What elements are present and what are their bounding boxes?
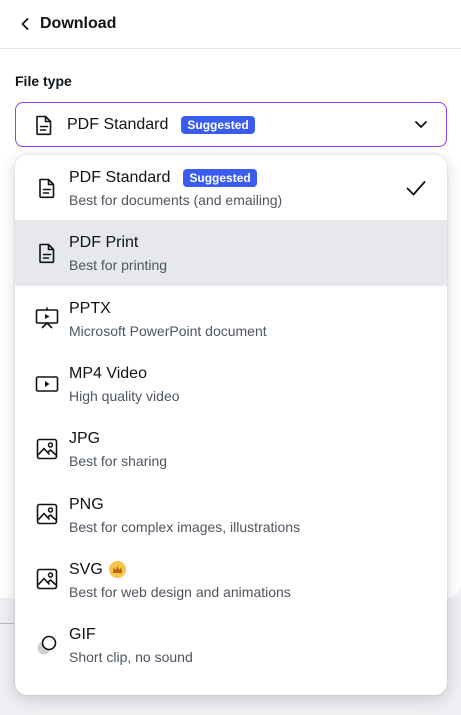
option-name: MP4 Video [69,365,147,383]
document-icon [35,176,59,200]
option-svg[interactable]: SVG Best for web design and animations [15,547,447,612]
chevron-down-icon [412,115,430,133]
page-title: Download [40,15,117,32]
document-icon [35,241,59,265]
option-description: High quality video [69,388,180,405]
option-name: PDF Standard [69,169,171,187]
option-png[interactable]: PNG Best for complex images, illustratio… [15,481,447,546]
back-button[interactable] [16,15,34,33]
option-description: Best for documents (and emailing) [69,192,283,209]
checkmark-icon [405,177,427,199]
option-name: PDF Print [69,234,139,252]
option-name: JPG [69,430,101,448]
option-name: SVG [69,560,103,578]
presentation-icon [35,306,59,330]
option-description: Best for complex images, illustrations [69,518,301,535]
gif-icon [35,633,59,657]
image-icon [35,502,59,526]
option-description: Best for sharing [69,453,168,470]
option-name: GIF [69,626,96,644]
option-description: Best for web design and animations [69,583,291,600]
crown-icon [108,561,126,579]
option-pptx[interactable]: PPTX Microsoft PowerPoint document [15,286,447,351]
option-pdf-print[interactable]: PDF Print Best for printing [15,220,447,286]
option-description: Best for printing [69,257,168,274]
suggested-badge: Suggested [183,169,257,188]
panel-header: Download [0,0,461,49]
option-name: PPTX [69,299,111,317]
option-pdf-standard[interactable]: PDF Standard Suggested Best for document… [15,155,447,220]
option-name: PNG [69,495,104,513]
file-type-dropdown: PDF Standard Suggested Best for document… [15,155,447,695]
option-jpg[interactable]: JPG Best for sharing [15,416,447,481]
document-icon [32,113,56,137]
divider [0,623,14,624]
file-type-label: File type [15,73,72,89]
option-gif[interactable]: GIF Short clip, no sound [15,612,447,677]
option-mp4-video[interactable]: MP4 Video High quality video [15,351,447,416]
chevron-left-icon [21,18,29,30]
image-icon [35,437,59,461]
option-description: Microsoft PowerPoint document [69,322,267,339]
suggested-badge: Suggested [181,115,255,134]
selected-file-type: PDF Standard [67,115,169,133]
file-type-select[interactable]: PDF Standard Suggested [15,102,447,147]
video-icon [35,372,59,396]
option-description: Short clip, no sound [69,649,193,666]
image-icon [35,567,59,591]
